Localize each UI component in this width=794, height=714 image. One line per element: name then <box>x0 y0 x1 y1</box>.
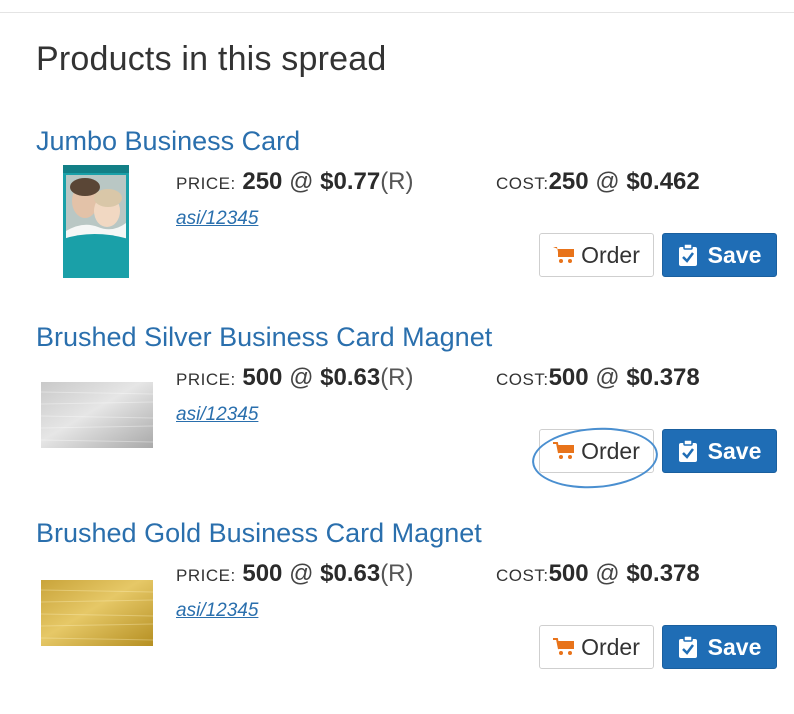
at-symbol: @ <box>289 364 314 391</box>
product-thumbnail-silver-magnet <box>41 382 153 448</box>
price-each: $0.77 <box>320 168 381 195</box>
save-button[interactable]: Save <box>662 233 777 277</box>
cost-quantity: 500 <box>548 364 589 391</box>
cost-each: $0.378 <box>626 364 700 391</box>
cost-label: COST: <box>496 370 549 389</box>
price-line: PRICE: 500 @ $0.63(R) <box>176 364 414 392</box>
order-button-label: Order <box>581 437 640 464</box>
product-item: Jumbo Business Card PRICE: 250 @ $0.77(R… <box>0 126 794 322</box>
price-label: PRICE: <box>176 174 236 193</box>
at-symbol: @ <box>289 560 314 587</box>
price-code: (R) <box>380 560 414 587</box>
price-each: $0.63 <box>320 560 381 587</box>
order-button-label: Order <box>581 241 640 268</box>
cart-icon <box>553 638 575 655</box>
at-symbol: @ <box>289 168 314 195</box>
save-button-label: Save <box>707 437 762 464</box>
cost-each: $0.462 <box>626 168 700 195</box>
cost-quantity: 500 <box>548 560 589 587</box>
save-button[interactable]: Save <box>662 625 777 669</box>
price-line: PRICE: 250 @ $0.77(R) <box>176 168 414 196</box>
price-code: (R) <box>380 168 414 195</box>
asi-link[interactable]: asi/12345 <box>176 208 258 230</box>
at-symbol: @ <box>595 364 620 391</box>
save-button-label: Save <box>707 633 762 660</box>
save-button[interactable]: Save <box>662 429 777 473</box>
top-divider <box>0 12 794 13</box>
product-thumbnail-jumbo-card <box>63 165 129 278</box>
save-button-label: Save <box>707 241 762 268</box>
price-label: PRICE: <box>176 566 236 585</box>
cost-line: COST:500 @ $0.378 <box>496 560 700 588</box>
cost-quantity: 250 <box>548 168 589 195</box>
product-title-link[interactable]: Brushed Gold Business Card Magnet <box>36 518 482 549</box>
product-item: Brushed Silver Business Card Magnet PRIC… <box>0 322 794 518</box>
product-title-link[interactable]: Jumbo Business Card <box>36 126 300 157</box>
price-each: $0.63 <box>320 364 381 391</box>
asi-link[interactable]: asi/12345 <box>176 600 258 622</box>
order-button[interactable]: Order <box>539 625 654 669</box>
order-button[interactable]: Order <box>539 233 654 277</box>
cost-line: COST:500 @ $0.378 <box>496 364 700 392</box>
product-thumbnail-gold-magnet <box>41 580 153 646</box>
price-line: PRICE: 500 @ $0.63(R) <box>176 560 414 588</box>
at-symbol: @ <box>595 168 620 195</box>
cart-icon <box>553 247 575 263</box>
price-quantity: 500 <box>242 364 283 391</box>
at-symbol: @ <box>595 560 620 587</box>
clipboard-check-icon <box>678 636 697 658</box>
price-quantity: 250 <box>242 168 283 195</box>
product-item: Brushed Gold Business Card Magnet PRICE:… <box>0 518 794 714</box>
clipboard-check-icon <box>678 440 697 462</box>
price-code: (R) <box>380 364 414 391</box>
order-button-label: Order <box>581 633 640 660</box>
section-title: Products in this spread <box>36 40 387 78</box>
cost-label: COST: <box>496 174 549 193</box>
cost-line: COST:250 @ $0.462 <box>496 168 700 196</box>
cost-label: COST: <box>496 566 549 585</box>
asi-link[interactable]: asi/12345 <box>176 404 258 426</box>
price-quantity: 500 <box>242 560 283 587</box>
price-label: PRICE: <box>176 370 236 389</box>
cost-each: $0.378 <box>626 560 700 587</box>
cart-icon <box>553 442 575 459</box>
product-title-link[interactable]: Brushed Silver Business Card Magnet <box>36 322 492 353</box>
order-button[interactable]: Order <box>539 429 654 473</box>
clipboard-check-icon <box>678 244 697 266</box>
